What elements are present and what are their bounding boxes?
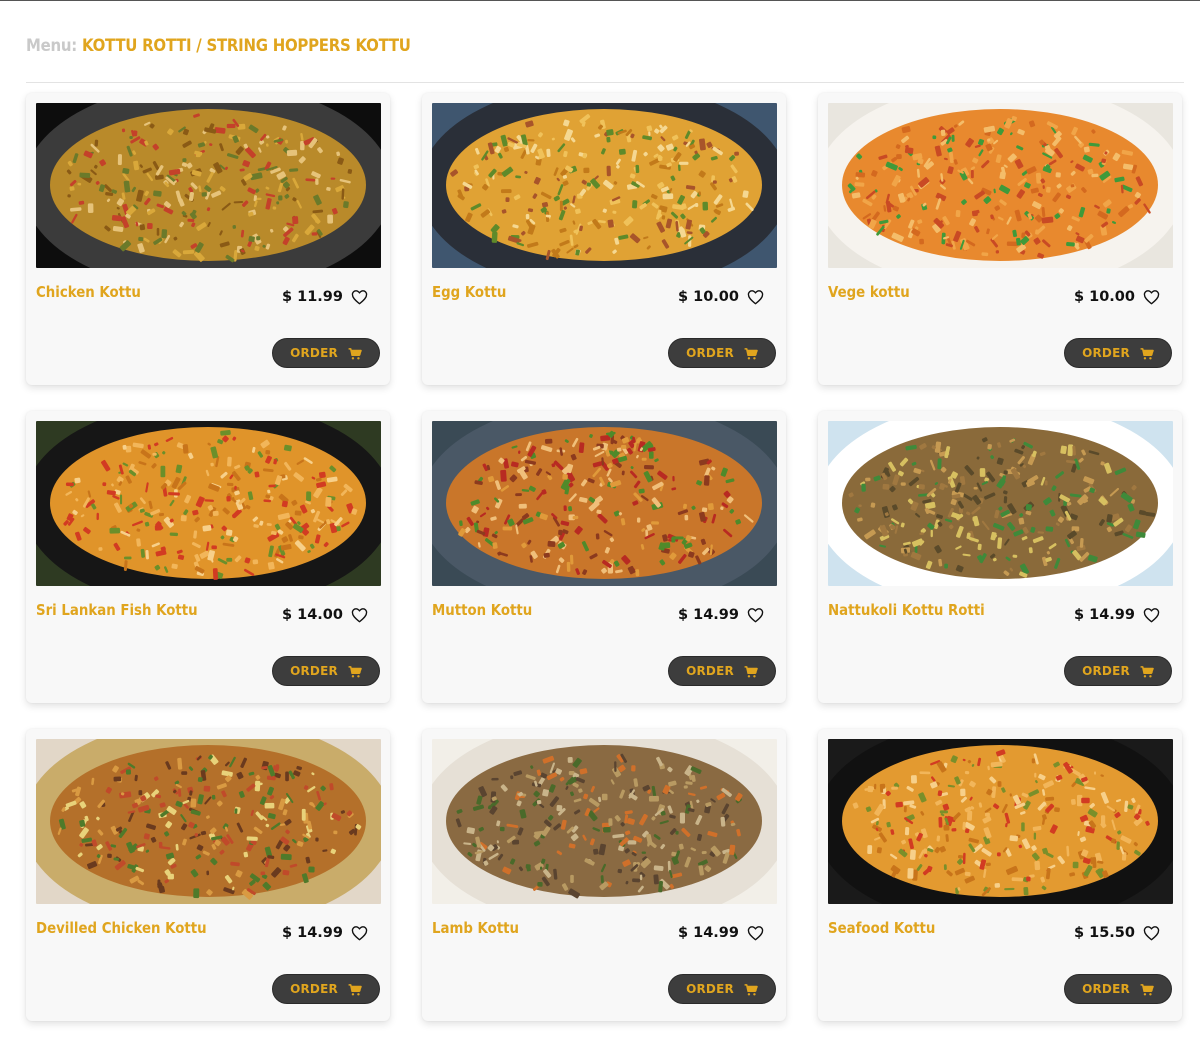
order-button[interactable]: ORDER xyxy=(668,338,776,368)
item-price: $ 15.50 xyxy=(1073,925,1135,941)
order-button[interactable]: ORDER xyxy=(272,338,380,368)
cart-icon xyxy=(744,347,758,360)
item-price: $ 14.00 xyxy=(281,607,343,623)
heart-icon[interactable] xyxy=(747,607,764,623)
breadcrumb-separator: / xyxy=(196,36,202,56)
cart-icon xyxy=(744,665,758,678)
heart-icon[interactable] xyxy=(351,289,368,305)
food-photo-art xyxy=(432,739,777,904)
menu-item-card: Vege kottu $ 10.00 ORDER xyxy=(818,93,1182,385)
cart-icon xyxy=(1140,347,1154,360)
menu-item-card: Mutton Kottu $ 14.99 ORDER xyxy=(422,411,786,703)
cart-icon xyxy=(348,347,362,360)
price-row: $ 10.00 xyxy=(678,289,764,305)
menu-item-card: Lamb Kottu $ 14.99 ORDER xyxy=(422,729,786,1021)
item-name[interactable]: Sri Lankan Fish Kottu xyxy=(36,601,198,619)
cart-icon xyxy=(348,665,362,678)
heart-icon[interactable] xyxy=(351,607,368,623)
menu-item-card: Sri Lankan Fish Kottu $ 14.00 ORDER xyxy=(26,411,390,703)
price-row: $ 14.99 xyxy=(678,925,764,941)
food-photo[interactable] xyxy=(828,103,1173,268)
menu-item-card: Seafood Kottu $ 15.50 ORDER xyxy=(818,729,1182,1021)
order-label: ORDER xyxy=(686,982,734,996)
food-photo-art xyxy=(432,421,777,586)
item-price: $ 14.99 xyxy=(677,607,739,623)
food-photo-art xyxy=(36,421,381,586)
order-label: ORDER xyxy=(1082,346,1130,360)
order-button[interactable]: ORDER xyxy=(1064,974,1172,1004)
food-photo-art xyxy=(36,103,381,268)
heart-icon[interactable] xyxy=(351,925,368,941)
order-button[interactable]: ORDER xyxy=(1064,656,1172,686)
heart-icon[interactable] xyxy=(1143,607,1160,623)
food-photo[interactable] xyxy=(36,739,381,904)
order-label: ORDER xyxy=(686,664,734,678)
food-photo-art xyxy=(36,739,381,904)
item-price: $ 11.99 xyxy=(281,289,343,305)
cart-icon xyxy=(348,983,362,996)
item-name[interactable]: Devilled Chicken Kottu xyxy=(36,919,207,937)
food-photo-art xyxy=(432,103,777,268)
food-photo[interactable] xyxy=(828,421,1173,586)
order-label: ORDER xyxy=(290,346,338,360)
food-photo[interactable] xyxy=(432,739,777,904)
heart-icon[interactable] xyxy=(1143,289,1160,305)
item-name[interactable]: Egg Kottu xyxy=(432,283,506,301)
item-price: $ 14.99 xyxy=(281,925,343,941)
item-name[interactable]: Chicken Kottu xyxy=(36,283,141,301)
price-row: $ 14.99 xyxy=(1074,607,1160,623)
order-button[interactable]: ORDER xyxy=(272,974,380,1004)
price-row: $ 14.99 xyxy=(678,607,764,623)
cart-icon xyxy=(1140,983,1154,996)
breadcrumb: Menu: KOTTU ROTTI / STRING HOPPERS KOTTU xyxy=(26,36,411,56)
price-row: $ 15.50 xyxy=(1074,925,1160,941)
item-name[interactable]: Seafood Kottu xyxy=(828,919,935,937)
order-button[interactable]: ORDER xyxy=(668,974,776,1004)
header-divider xyxy=(26,82,1184,83)
heart-icon[interactable] xyxy=(747,925,764,941)
food-photo[interactable] xyxy=(36,421,381,586)
order-label: ORDER xyxy=(686,346,734,360)
item-name[interactable]: Mutton Kottu xyxy=(432,601,532,619)
menu-item-card: Nattukoli Kottu Rotti $ 14.99 ORDER xyxy=(818,411,1182,703)
food-photo-art xyxy=(828,739,1173,904)
menu-item-card: Egg Kottu $ 10.00 ORDER xyxy=(422,93,786,385)
price-row: $ 14.99 xyxy=(282,925,368,941)
breadcrumb-prefix: Menu: xyxy=(26,36,77,56)
top-rule xyxy=(0,0,1200,1)
item-price: $ 14.99 xyxy=(1073,607,1135,623)
food-photo[interactable] xyxy=(432,421,777,586)
food-photo[interactable] xyxy=(36,103,381,268)
food-photo-art xyxy=(828,421,1173,586)
heart-icon[interactable] xyxy=(1143,925,1160,941)
order-button[interactable]: ORDER xyxy=(668,656,776,686)
item-price: $ 14.99 xyxy=(677,925,739,941)
order-label: ORDER xyxy=(290,664,338,678)
price-row: $ 10.00 xyxy=(1074,289,1160,305)
order-button[interactable]: ORDER xyxy=(1064,338,1172,368)
heart-icon[interactable] xyxy=(747,289,764,305)
breadcrumb-subcategory[interactable]: STRING HOPPERS KOTTU xyxy=(206,36,410,56)
cart-icon xyxy=(744,983,758,996)
food-photo[interactable] xyxy=(432,103,777,268)
price-row: $ 14.00 xyxy=(282,607,368,623)
food-photo[interactable] xyxy=(828,739,1173,904)
order-label: ORDER xyxy=(290,982,338,996)
cart-icon xyxy=(1140,665,1154,678)
item-name[interactable]: Vege kottu xyxy=(828,283,910,301)
item-name[interactable]: Nattukoli Kottu Rotti xyxy=(828,601,985,619)
menu-item-card: Devilled Chicken Kottu $ 14.99 ORDER xyxy=(26,729,390,1021)
order-label: ORDER xyxy=(1082,664,1130,678)
item-price: $ 10.00 xyxy=(1073,289,1135,305)
order-button[interactable]: ORDER xyxy=(272,656,380,686)
breadcrumb-category-link[interactable]: KOTTU ROTTI xyxy=(82,36,192,56)
item-price: $ 10.00 xyxy=(677,289,739,305)
menu-item-card: Chicken Kottu $ 11.99 ORDER xyxy=(26,93,390,385)
order-label: ORDER xyxy=(1082,982,1130,996)
food-photo-art xyxy=(828,103,1173,268)
price-row: $ 11.99 xyxy=(282,289,368,305)
item-name[interactable]: Lamb Kottu xyxy=(432,919,519,937)
